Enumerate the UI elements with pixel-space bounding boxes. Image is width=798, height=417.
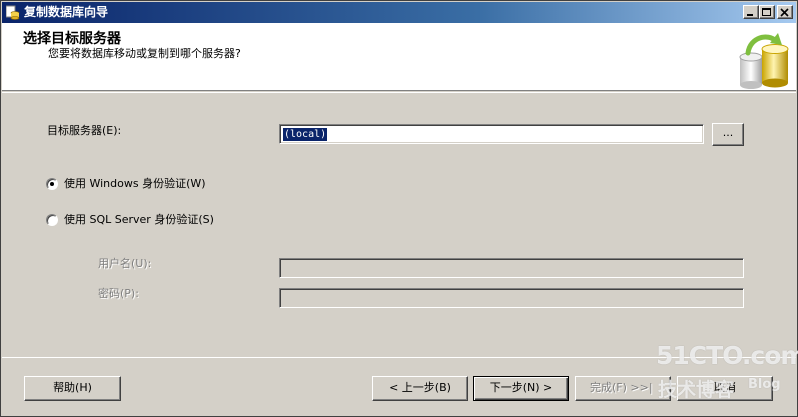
title-bar[interactable]: 复制数据库向导 xyxy=(2,2,796,23)
close-icon xyxy=(780,8,789,17)
finish-button[interactable]: 完成(F) >>| xyxy=(575,376,671,401)
header-divider xyxy=(2,92,796,93)
footer-divider xyxy=(2,357,796,358)
sql-auth-radio[interactable] xyxy=(46,214,58,226)
help-button[interactable]: 帮助(H) xyxy=(24,376,121,401)
close-button[interactable] xyxy=(777,5,793,19)
target-server-value: (local) xyxy=(281,127,329,142)
browse-servers-button[interactable]: ... xyxy=(712,123,744,146)
sql-auth-label[interactable]: 使用 SQL Server 身份验证(S) xyxy=(64,213,214,227)
watermark-site: 51CTO.com xyxy=(656,341,798,370)
database-copy-icon xyxy=(739,33,789,89)
maximize-icon xyxy=(762,8,771,16)
target-server-input[interactable]: (local) xyxy=(279,124,704,144)
page-subtitle: 您要将数据库移动或复制到哪个服务器? xyxy=(48,47,241,60)
copy-database-wizard-window: 复制数据库向导 选择目标服务器 您要将数据库移动或复制到哪个服务器? 目标服务器… xyxy=(0,0,798,417)
minimize-button[interactable] xyxy=(743,5,759,19)
username-input[interactable] xyxy=(279,258,744,278)
windows-auth-label[interactable]: 使用 Windows 身份验证(W) xyxy=(64,177,206,191)
cancel-button[interactable]: 取消 xyxy=(677,376,773,401)
windows-auth-radio[interactable] xyxy=(46,178,58,190)
wizard-header: 选择目标服务器 您要将数据库移动或复制到哪个服务器? xyxy=(2,23,796,91)
radio-selected-dot xyxy=(50,182,54,186)
password-label: 密码(P): xyxy=(98,287,139,300)
next-button[interactable]: 下一步(N) > xyxy=(473,376,569,401)
username-label: 用户名(U): xyxy=(98,257,152,270)
back-button[interactable]: < 上一步(B) xyxy=(372,376,468,401)
target-server-label: 目标服务器(E): xyxy=(47,124,122,137)
minimize-icon xyxy=(747,14,753,16)
database-app-icon xyxy=(6,5,20,20)
page-title: 选择目标服务器 xyxy=(23,31,121,47)
window-title: 复制数据库向导 xyxy=(24,5,109,19)
maximize-button[interactable] xyxy=(759,5,775,19)
password-input[interactable] xyxy=(279,288,744,308)
